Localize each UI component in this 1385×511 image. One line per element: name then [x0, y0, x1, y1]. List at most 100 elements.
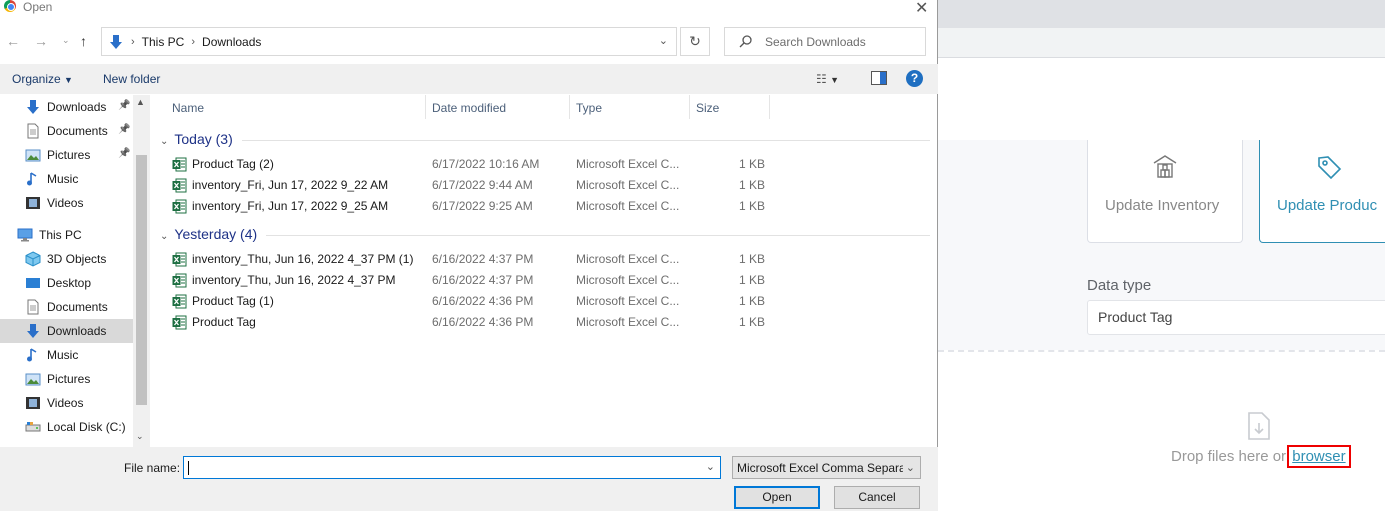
file-row[interactable]: inventory_Thu, Jun 16, 2022 4_37 PM 6/16/… [150, 270, 936, 291]
nav-item-downloads[interactable]: Downloads 📌 [0, 95, 133, 119]
search-input[interactable]: Search Downloads [724, 27, 926, 56]
chrome-logo-icon [4, 0, 16, 12]
browser-tab-strip [938, 0, 1385, 28]
browser-address-bar [938, 28, 1385, 58]
forward-arrow-icon[interactable]: → [34, 33, 48, 49]
computer-icon [17, 227, 33, 243]
excel-file-icon [172, 315, 187, 330]
nav-item-pictures[interactable]: Pictures [0, 367, 133, 391]
download-arrow-icon [25, 99, 41, 115]
dialog-toolbar: Organize ▼ New folder ☷ ▼ ? [0, 64, 938, 94]
scroll-up-icon[interactable]: ▲ [136, 97, 145, 107]
file-upload-icon [1248, 412, 1270, 440]
nav-item-label: Music [47, 172, 79, 186]
refresh-icon: ↻ [689, 33, 701, 49]
file-group-header[interactable]: ⌄ Yesterday (4) [160, 226, 257, 242]
nav-item-pictures[interactable]: Pictures 📌 [0, 143, 133, 167]
preview-pane-icon[interactable] [871, 71, 887, 88]
recent-locations-chevron-icon[interactable]: ⌄ [62, 35, 70, 46]
nav-item-documents[interactable]: Documents [0, 295, 133, 319]
dropdown-arrow-icon: ▼ [64, 75, 73, 85]
file-size: 1 KB [739, 178, 766, 192]
address-bar[interactable]: › This PC › Downloads ⌄ [101, 27, 677, 56]
navigation-scrollbar[interactable]: ▲ ⌄ [133, 95, 150, 447]
up-arrow-icon[interactable]: ↑ [80, 33, 87, 49]
background-web-page: Update Inventory Update Produc Data type… [938, 0, 1385, 511]
file-name: Product Tag (1) [192, 294, 274, 308]
nav-item-label: Documents [47, 300, 108, 314]
file-row[interactable]: Product Tag (2) 6/17/2022 10:16 AM Microso… [150, 154, 936, 175]
videos-icon [25, 395, 41, 411]
videos-icon [25, 195, 41, 211]
chevron-down-icon: ⌄ [902, 461, 915, 474]
file-name-input[interactable]: ⌄ [183, 456, 721, 479]
breadcrumb-this-pc[interactable]: This PC [142, 35, 185, 49]
cancel-button[interactable]: Cancel [834, 486, 920, 509]
back-arrow-icon[interactable]: ← [6, 33, 20, 49]
disk-icon [25, 419, 41, 435]
file-row[interactable]: Product Tag 6/16/2022 4:36 PM Microsoft Ex… [150, 312, 936, 333]
file-row[interactable]: inventory_Thu, Jun 16, 2022 4_37 PM (1) 6… [150, 249, 936, 270]
file-type: Microsoft Excel C... [576, 294, 680, 308]
browse-link[interactable]: browser [1287, 445, 1351, 468]
nav-item-desktop[interactable]: Desktop [0, 271, 133, 295]
new-folder-button[interactable]: New folder [103, 72, 160, 86]
help-icon[interactable]: ? [906, 70, 923, 87]
column-type[interactable]: Type [576, 101, 602, 115]
file-row[interactable]: inventory_Fri, Jun 17, 2022 9_22 AM 6/17/… [150, 175, 936, 196]
chevron-down-icon[interactable]: ⌄ [706, 460, 715, 473]
data-type-select[interactable]: Product Tag [1087, 300, 1385, 335]
file-row[interactable]: inventory_Fri, Jun 17, 2022 9_25 AM 6/17/… [150, 196, 936, 217]
nav-item-music[interactable]: Music [0, 167, 133, 191]
nav-item-label: Music [47, 348, 79, 362]
file-date: 6/16/2022 4:37 PM [432, 273, 534, 287]
data-type-label: Data type [1087, 277, 1152, 294]
nav-item-videos[interactable]: Videos [0, 391, 133, 415]
cube-icon [25, 251, 41, 267]
file-type-select[interactable]: Microsoft Excel Comma Separa ⌄ [732, 456, 921, 479]
close-icon[interactable]: ✕ [915, 0, 928, 18]
file-date: 6/17/2022 9:44 AM [432, 178, 533, 192]
search-placeholder: Search Downloads [765, 35, 866, 49]
chevron-down-icon[interactable]: ⌄ [659, 34, 668, 47]
file-group-header[interactable]: ⌄ Today (3) [160, 131, 233, 147]
column-size[interactable]: Size [696, 101, 719, 115]
scrollbar-thumb[interactable] [136, 155, 147, 405]
column-date-modified[interactable]: Date modified [432, 101, 506, 115]
nav-item-label: Desktop [47, 276, 92, 290]
music-icon [25, 347, 41, 363]
file-row[interactable]: Product Tag (1) 6/16/2022 4:36 PM Microsof… [150, 291, 936, 312]
file-type: Microsoft Excel C... [576, 273, 680, 287]
file-list: Name Date modified Type Size ⌄ Today (3) P… [150, 95, 936, 447]
chevron-down-icon: ⌄ [160, 136, 169, 147]
scroll-down-icon[interactable]: ⌄ [136, 431, 144, 442]
update-inventory-card[interactable]: Update Inventory [1087, 140, 1243, 243]
nav-item-3d-objects[interactable]: 3D Objects [0, 247, 133, 271]
file-date: 6/17/2022 10:16 AM [432, 157, 540, 171]
refresh-button[interactable]: ↻ [680, 27, 710, 56]
dropzone-border [938, 350, 1385, 352]
nav-item-label: Pictures [47, 372, 91, 386]
view-options-icon[interactable]: ☷ ▼ [816, 72, 839, 86]
open-button[interactable]: Open [734, 486, 820, 509]
file-type: Microsoft Excel C... [576, 178, 680, 192]
nav-item-local-disk-c[interactable]: Local Disk (C:) [0, 415, 133, 439]
nav-item-label: Documents [47, 124, 108, 138]
file-name: inventory_Fri, Jun 17, 2022 9_25 AM [192, 199, 389, 213]
group-divider [242, 140, 930, 141]
nav-item-videos[interactable]: Videos [0, 191, 133, 215]
column-name[interactable]: Name [172, 101, 204, 115]
nav-item-documents[interactable]: Documents 📌 [0, 119, 133, 143]
organize-label: Organize [12, 72, 61, 86]
nav-item-music[interactable]: Music [0, 343, 133, 367]
breadcrumb-downloads[interactable]: Downloads [202, 35, 261, 49]
file-date: 6/16/2022 4:36 PM [432, 294, 534, 308]
excel-file-icon [172, 252, 187, 267]
nav-item-label: Downloads [47, 324, 107, 338]
organize-menu[interactable]: Organize ▼ [12, 72, 73, 86]
nav-item-this-pc[interactable]: This PC [0, 223, 133, 247]
nav-item-label: Videos [47, 196, 84, 210]
nav-item-downloads[interactable]: Downloads [0, 319, 133, 343]
update-product-tag-card[interactable]: Update Produc [1259, 140, 1385, 243]
file-type: Microsoft Excel C... [576, 252, 680, 266]
